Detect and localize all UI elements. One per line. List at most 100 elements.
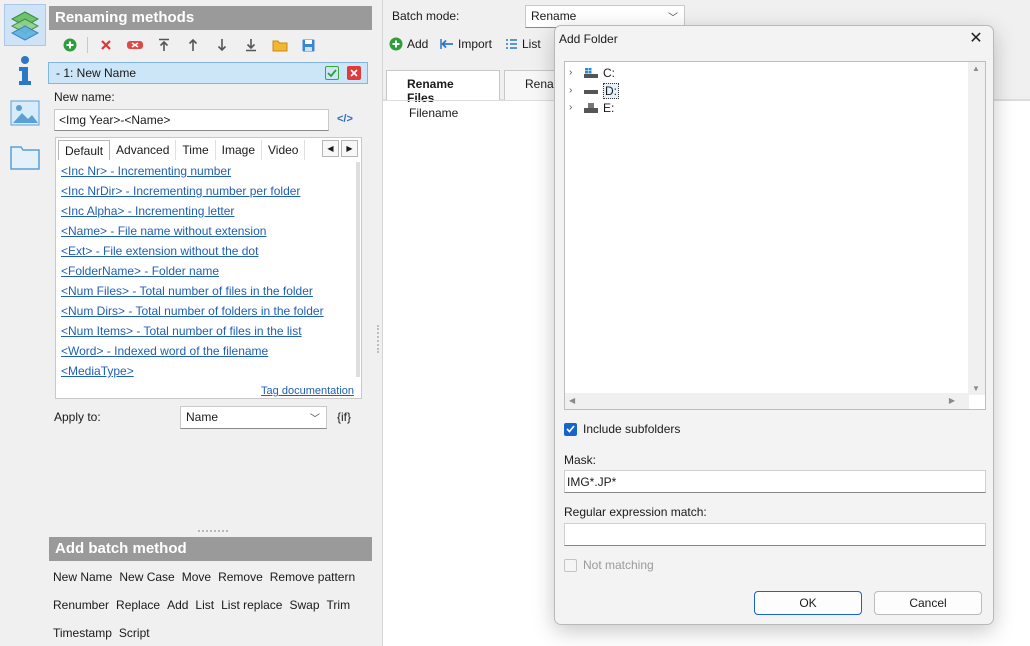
tag-link-inc-nrdir[interactable]: <Inc NrDir> - Incrementing number per fo… <box>61 184 361 204</box>
new-name-input[interactable]: <Img Year>-<Name> <box>54 109 329 131</box>
batch-method-add[interactable]: Add <box>167 598 188 626</box>
information-icon[interactable] <box>4 50 46 92</box>
tag-link-mediatype[interactable]: <MediaType> <box>61 364 361 384</box>
plus-icon <box>389 37 403 51</box>
batch-method-new-case[interactable]: New Case <box>119 570 174 598</box>
batch-mode-value: Rename <box>531 9 577 23</box>
batch-method-swap[interactable]: Swap <box>289 598 319 626</box>
add-files-button[interactable]: Add <box>389 37 428 51</box>
tab-scroll-left-button[interactable]: ◀ <box>322 140 339 157</box>
move-top-button[interactable] <box>149 36 178 54</box>
batch-method-list[interactable]: List <box>195 598 214 626</box>
tag-list-scrollbar[interactable] <box>356 162 360 377</box>
tag-link-name[interactable]: <Name> - File name without extension <box>61 224 361 244</box>
batch-method-trim[interactable]: Trim <box>327 598 351 626</box>
batch-method-renumber[interactable]: Renumber <box>53 598 109 626</box>
folder-tree[interactable]: › C: › D: › E: ▲ ▼ ◀ ▶ <box>564 61 986 410</box>
batch-method-replace[interactable]: Replace <box>116 598 160 626</box>
triangle-right-icon[interactable]: ▶ <box>949 396 955 405</box>
renaming-methods-panel: Renaming methods - 1: New Name New name:… <box>48 0 382 646</box>
batch-method-move[interactable]: Move <box>182 570 211 598</box>
renaming-methods-title: Renaming methods <box>49 6 372 30</box>
add-folder-dialog: Add Folder ✕ › C: › D: › E: ▲ ▼ ◀ ▶ Incl… <box>554 25 994 625</box>
batch-method-script[interactable]: Script <box>119 626 150 646</box>
method-delete-button[interactable] <box>347 66 361 80</box>
tag-documentation-link[interactable]: Tag documentation <box>261 385 354 397</box>
chevron-right-icon: › <box>569 102 573 113</box>
include-subfolders-label: Include subfolders <box>583 422 681 436</box>
delete-method-button[interactable] <box>91 36 120 54</box>
panel-resize-grip[interactable] <box>198 530 228 533</box>
checkbox-box <box>564 558 577 572</box>
clear-methods-button[interactable] <box>120 36 149 54</box>
batch-mode-label: Batch mode: <box>392 9 460 23</box>
tab-image[interactable]: Image <box>216 140 262 160</box>
tab-video[interactable]: Video <box>262 140 306 160</box>
regex-input[interactable] <box>564 523 986 546</box>
load-methods-button[interactable] <box>265 36 294 54</box>
add-method-button[interactable] <box>55 36 84 54</box>
renaming-methods-icon[interactable] <box>4 4 46 46</box>
tree-vertical-scrollbar[interactable]: ▲ ▼ <box>968 62 985 395</box>
move-bottom-button[interactable] <box>236 36 265 54</box>
folder-browser-icon[interactable] <box>4 136 46 178</box>
cancel-button[interactable]: Cancel <box>874 591 982 615</box>
tag-link-num-dirs[interactable]: <Num Dirs> - Total number of folders in … <box>61 304 361 324</box>
arrow-top-icon <box>158 38 169 51</box>
save-methods-button[interactable] <box>294 36 323 54</box>
not-matching-checkbox[interactable]: Not matching <box>564 558 654 572</box>
chevron-right-icon: › <box>569 85 573 96</box>
tree-horizontal-scrollbar[interactable]: ◀ ▶ <box>565 393 969 409</box>
batch-method-new-name[interactable]: New Name <box>53 570 112 598</box>
tag-link-ext[interactable]: <Ext> - File extension without the dot <box>61 244 361 264</box>
include-subfolders-checkbox[interactable]: Include subfolders <box>564 422 680 436</box>
method-enabled-checkbox[interactable] <box>325 66 339 80</box>
insert-tag-button[interactable]: </> <box>337 113 355 127</box>
tag-link-inc-nr[interactable]: <Inc Nr> - Incrementing number <box>61 164 361 184</box>
tree-item-label: D: <box>603 82 619 99</box>
image-preview-icon[interactable] <box>4 92 46 134</box>
triangle-up-icon[interactable]: ▲ <box>972 64 980 73</box>
tab-advanced[interactable]: Advanced <box>110 140 177 160</box>
tag-link-num-files[interactable]: <Num Files> - Total number of files in t… <box>61 284 361 304</box>
move-down-button[interactable] <box>207 36 236 54</box>
checkbox-box <box>564 422 577 436</box>
apply-to-select[interactable]: Name ﹀ <box>180 406 327 429</box>
panel-splitter[interactable] <box>377 325 380 353</box>
if-condition-button[interactable]: {if} <box>337 410 351 424</box>
column-header-filename[interactable]: Filename <box>409 106 458 120</box>
tab-rename-files[interactable]: Rename Files <box>386 70 500 105</box>
tag-link-foldername[interactable]: <FolderName> - Folder name <box>61 264 361 284</box>
mask-label: Mask: <box>564 453 597 467</box>
tree-item-c[interactable]: › C: <box>569 64 615 81</box>
triangle-down-icon[interactable]: ▼ <box>972 384 980 393</box>
check-icon <box>327 69 337 77</box>
tag-link-word[interactable]: <Word> - Indexed word of the filename <box>61 344 361 364</box>
list-button[interactable]: List <box>505 37 541 51</box>
add-batch-method-title: Add batch method <box>49 537 372 561</box>
tab-time[interactable]: Time <box>176 140 216 160</box>
import-button[interactable]: Import <box>440 37 492 51</box>
tree-item-e[interactable]: › E: <box>569 99 614 116</box>
batch-method-remove-pattern[interactable]: Remove pattern <box>270 570 355 598</box>
close-icon[interactable]: ✕ <box>967 30 985 48</box>
system-drive-icon <box>584 67 598 78</box>
tag-link-num-items[interactable]: <Num Items> - Total number of files in t… <box>61 324 361 344</box>
tab-scroll-right-button[interactable]: ▶ <box>341 140 358 157</box>
tree-item-d[interactable]: › D: <box>569 82 619 99</box>
batch-method-remove[interactable]: Remove <box>218 570 263 598</box>
ok-button[interactable]: OK <box>754 591 862 615</box>
batch-method-list-replace[interactable]: List replace <box>221 598 282 626</box>
tab-default[interactable]: Default <box>58 140 111 160</box>
mask-input[interactable]: IMG*.JP* <box>564 470 986 493</box>
add-label: Add <box>407 37 429 51</box>
move-up-button[interactable] <box>178 36 207 54</box>
drive-icon <box>584 89 598 94</box>
tag-list: <Inc Nr> - Incrementing number <Inc NrDi… <box>61 164 361 384</box>
batch-method-timestamp[interactable]: Timestamp <box>53 626 112 646</box>
tag-link-inc-alpha[interactable]: <Inc Alpha> - Incrementing letter <box>61 204 361 224</box>
close-icon <box>350 69 358 77</box>
method-item-new-name[interactable]: - 1: New Name <box>48 62 368 84</box>
triangle-left-icon[interactable]: ◀ <box>569 396 575 405</box>
triangle-right-icon: ▶ <box>346 144 353 153</box>
